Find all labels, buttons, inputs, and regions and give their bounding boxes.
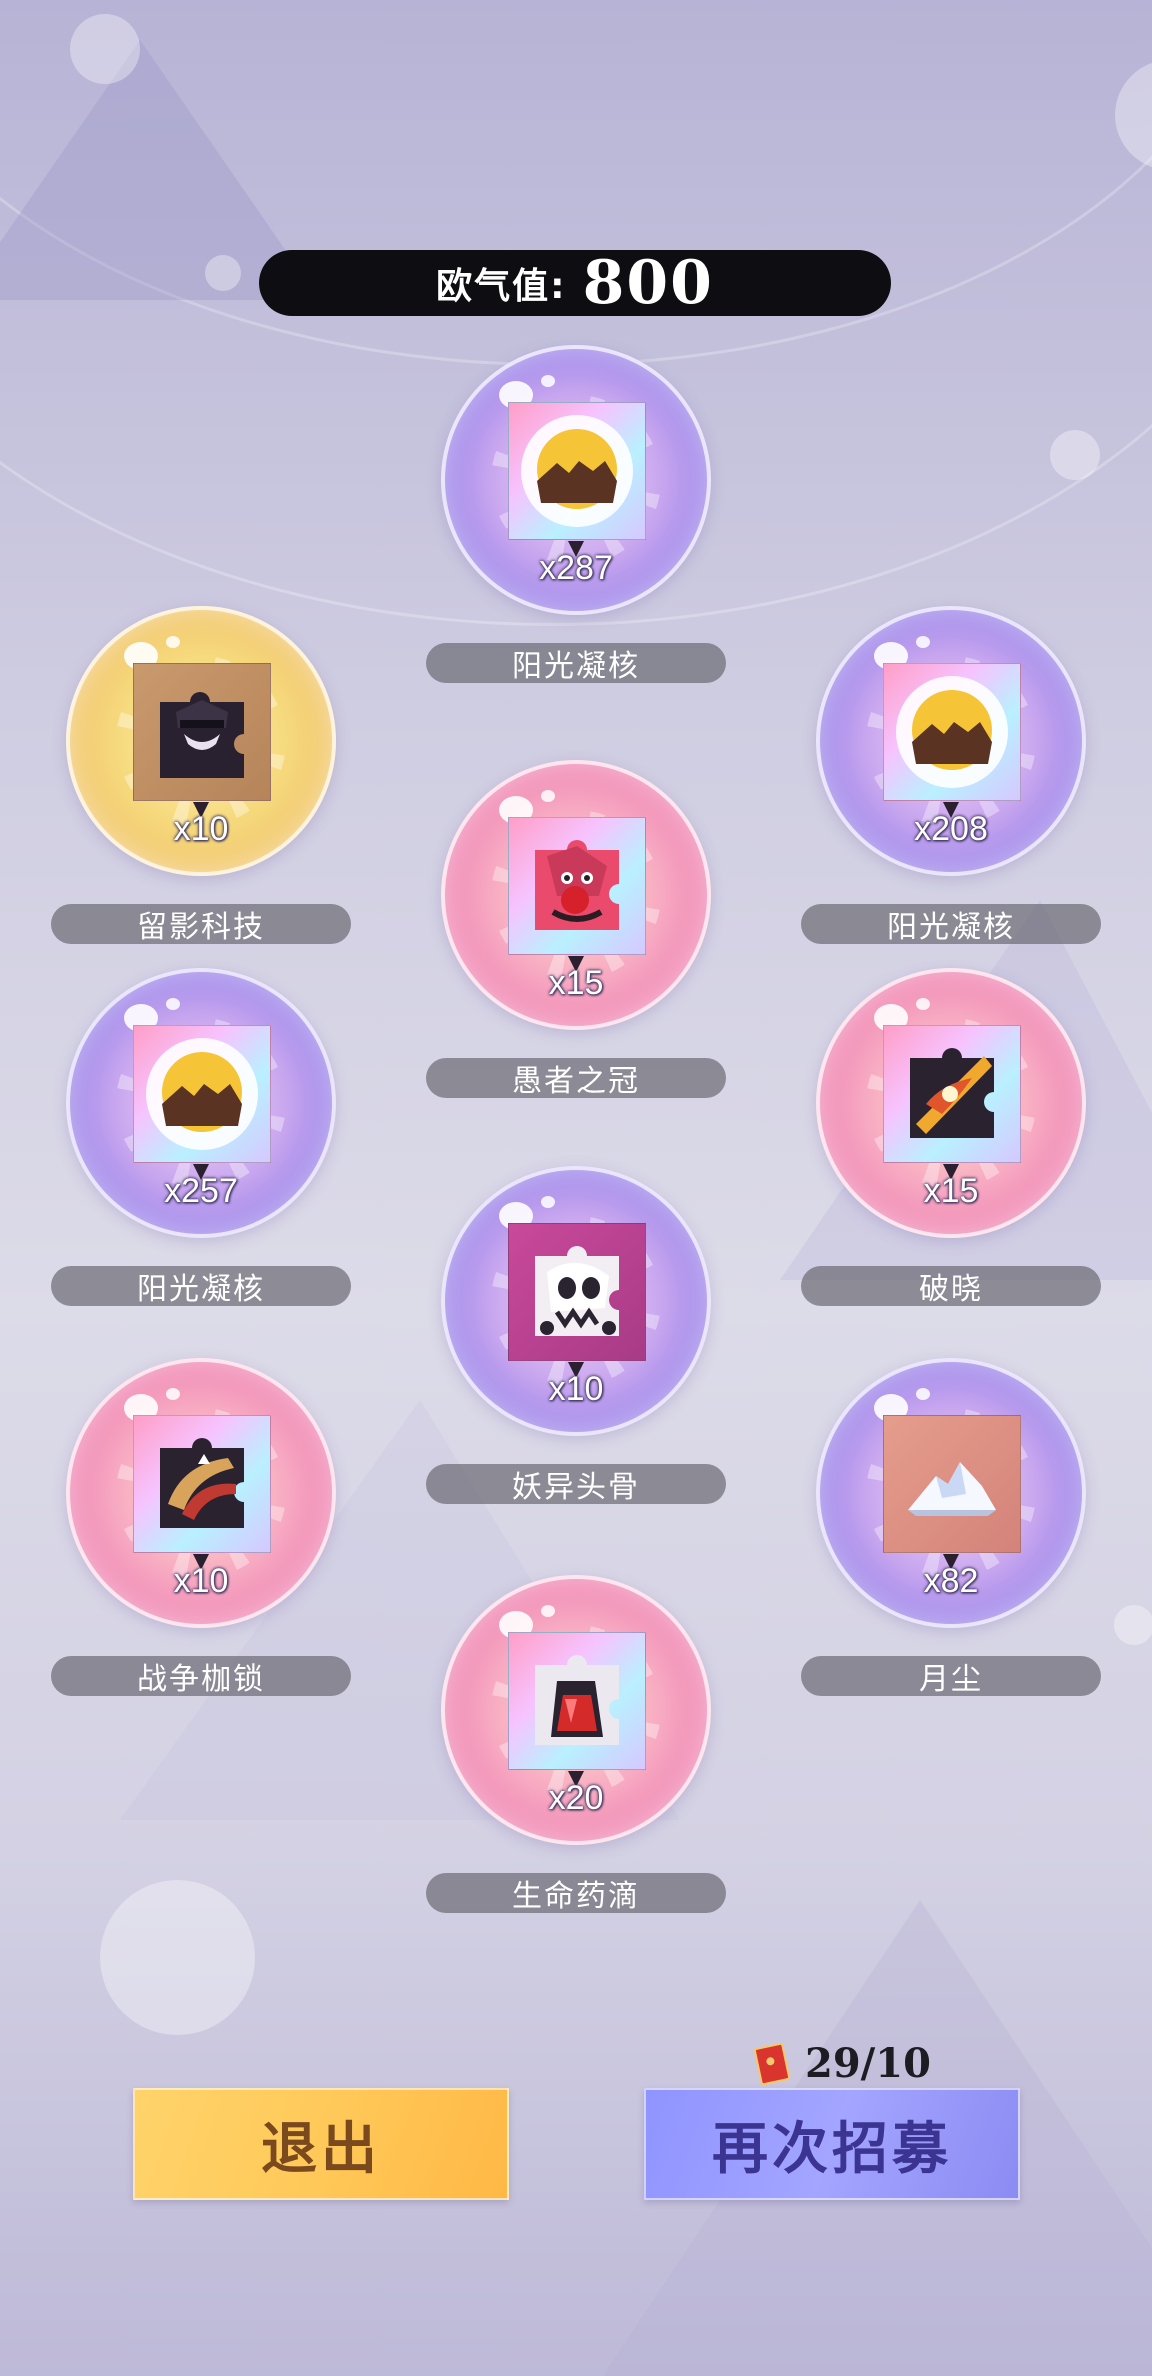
reward-name: 战争枷锁 <box>51 1656 351 1697</box>
reward-qty: x10 <box>548 1370 604 1408</box>
reward-bubble: x10 <box>66 1358 336 1628</box>
reward-item[interactable]: x15 破晓 <box>801 968 1101 1314</box>
war-shackle-puzzle-icon <box>160 1438 244 1528</box>
reward-bubble: x10 <box>441 1166 711 1436</box>
fools-crown-puzzle-icon <box>535 840 619 930</box>
reward-qty: x208 <box>914 810 988 848</box>
reward-item[interactable]: x208 阳光凝核 <box>801 606 1101 952</box>
ticket-counter: 29/10 <box>753 2040 931 2087</box>
reward-qty: x15 <box>923 1172 979 1210</box>
sun-core-icon <box>146 1038 258 1150</box>
reward-qty: x15 <box>548 964 604 1002</box>
reward-item[interactable]: x10 妖异头骨 <box>426 1166 726 1512</box>
reward-name: 留影科技 <box>51 904 351 945</box>
shadow-tech-puzzle-icon <box>160 692 244 778</box>
reward-bubble: x20 <box>441 1575 711 1845</box>
reward-card <box>133 663 271 801</box>
demon-skull-puzzle-icon <box>535 1246 619 1336</box>
reward-name: 生命药滴 <box>426 1873 726 1914</box>
reward-card <box>883 1025 1021 1163</box>
reward-name: 愚者之冠 <box>426 1058 726 1099</box>
reward-name: 阳光凝核 <box>51 1266 351 1307</box>
reward-bubble: x15 <box>441 760 711 1030</box>
score-value: 800 <box>582 248 714 318</box>
reward-qty: x82 <box>923 1562 979 1600</box>
reward-bubble: x10 <box>66 606 336 876</box>
moon-dust-icon <box>908 1462 996 1516</box>
reward-qty: x10 <box>173 1562 229 1600</box>
reward-item[interactable]: x20 生命药滴 <box>426 1575 726 1921</box>
life-potion-puzzle-icon <box>535 1655 619 1745</box>
reward-item[interactable]: x82 月尘 <box>801 1358 1101 1704</box>
reward-card <box>133 1025 271 1163</box>
reward-card <box>508 1632 646 1770</box>
reward-card <box>883 1415 1021 1553</box>
ticket-count: 29/10 <box>805 2040 931 2087</box>
reward-item[interactable]: x257 阳光凝核 <box>51 968 351 1314</box>
reward-item[interactable]: x15 愚者之冠 <box>426 760 726 1106</box>
reward-bubble: x82 <box>816 1358 1086 1628</box>
reward-bubble: x15 <box>816 968 1086 1238</box>
reward-item[interactable]: x10 战争枷锁 <box>51 1358 351 1704</box>
reward-name: 月尘 <box>801 1656 1101 1697</box>
reward-qty: x287 <box>539 549 613 587</box>
recruit-ticket-icon <box>753 2041 791 2086</box>
reward-card <box>508 1223 646 1361</box>
reward-bubble: x287 <box>441 345 711 615</box>
sun-core-icon <box>521 415 633 527</box>
reward-name: 阳光凝核 <box>801 904 1101 945</box>
reward-name: 妖异头骨 <box>426 1464 726 1505</box>
reward-name: 破晓 <box>801 1266 1101 1307</box>
score-bar: 欧气值: 800 <box>259 248 891 318</box>
reward-bubble: x257 <box>66 968 336 1238</box>
reward-card <box>508 817 646 955</box>
reward-qty: x10 <box>173 810 229 848</box>
dawn-puzzle-icon <box>910 1048 994 1138</box>
reward-qty: x20 <box>548 1779 604 1817</box>
reward-card <box>883 663 1021 801</box>
reward-item[interactable]: x287 阳光凝核 <box>426 345 726 691</box>
recruit-again-button[interactable]: 再次招募 <box>644 2088 1020 2200</box>
reward-item[interactable]: x10 留影科技 <box>51 606 351 952</box>
exit-button[interactable]: 退出 <box>133 2088 509 2200</box>
reward-card <box>508 402 646 540</box>
reward-card <box>133 1415 271 1553</box>
reward-bubble: x208 <box>816 606 1086 876</box>
score-label: 欧气值: <box>436 266 567 307</box>
reward-name: 阳光凝核 <box>426 643 726 684</box>
sun-core-icon <box>896 676 1008 788</box>
reward-qty: x257 <box>164 1172 238 1210</box>
